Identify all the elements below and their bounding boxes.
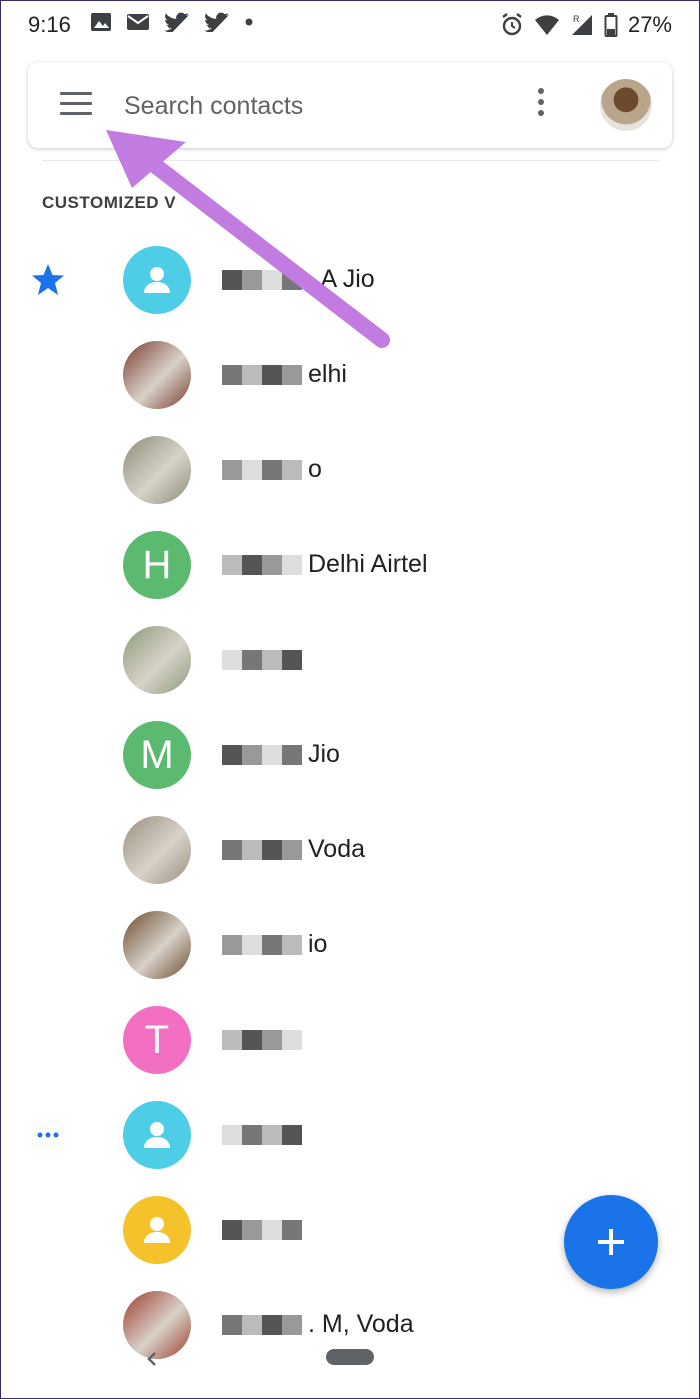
- status-time: 9:16: [28, 12, 71, 37]
- wifi-icon: [534, 15, 559, 35]
- contact-avatar-person-icon: [123, 246, 191, 314]
- contact-name: [222, 1120, 308, 1149]
- search-bar: [28, 62, 672, 148]
- favorite-star-icon: [32, 264, 64, 295]
- signal-icon: R: [571, 14, 592, 35]
- contact-name-text: o: [308, 455, 322, 483]
- contact-name: Jio: [222, 740, 340, 769]
- hamburger-menu-icon[interactable]: [60, 92, 92, 118]
- status-bar: 9:16 R 27%: [0, 0, 700, 52]
- battery-percent: 27%: [627, 12, 672, 37]
- contact-row[interactable]: H Delhi Airtel: [0, 520, 700, 610]
- search-input[interactable]: [122, 86, 506, 126]
- header-divider: [42, 160, 660, 161]
- redacted-pixels: [222, 455, 302, 483]
- contact-name: o: [222, 455, 322, 484]
- contact-name: [222, 1215, 308, 1244]
- contact-row[interactable]: . A Jio: [0, 235, 700, 325]
- alarm-icon: [502, 13, 522, 36]
- twitter-icon: [204, 12, 229, 32]
- contact-row[interactable]: [0, 1090, 700, 1180]
- contact-name-text: elhi: [308, 360, 347, 388]
- contact-row[interactable]: M Jio: [0, 710, 700, 800]
- contact-avatar-letter: H: [123, 531, 191, 599]
- redacted-pixels: [222, 645, 302, 673]
- redacted-pixels: [222, 1215, 302, 1243]
- contact-name-text: Jio: [308, 740, 340, 768]
- contact-name-text: . M, Voda: [308, 1310, 414, 1338]
- contact-row[interactable]: [0, 615, 700, 705]
- contact-row[interactable]: T: [0, 995, 700, 1085]
- contact-name: [222, 1025, 308, 1054]
- contact-avatar-photo: [123, 341, 191, 409]
- contact-avatar-photo: [123, 436, 191, 504]
- contact-name: io: [222, 930, 327, 959]
- contact-name-text: . A Jio: [308, 265, 375, 293]
- contact-avatar-person-icon: [123, 1196, 191, 1264]
- image-icon: [91, 13, 111, 31]
- contact-name: Voda: [222, 835, 365, 864]
- redacted-pixels: [222, 360, 302, 388]
- redacted-pixels: [222, 835, 302, 863]
- contact-name: [222, 645, 308, 674]
- contact-name: . A Jio: [222, 265, 375, 294]
- redacted-pixels: [222, 550, 302, 578]
- redacted-pixels: [222, 930, 302, 958]
- contact-name: elhi: [222, 360, 347, 389]
- contact-name: Delhi Airtel: [222, 550, 428, 579]
- contact-row[interactable]: Voda: [0, 805, 700, 895]
- more-options-icon[interactable]: [534, 88, 548, 124]
- redacted-pixels: [222, 1310, 302, 1338]
- contact-row[interactable]: elhi: [0, 330, 700, 420]
- redacted-pixels: [222, 1120, 302, 1148]
- svg-text:R: R: [573, 14, 580, 24]
- redacted-pixels: [222, 1025, 302, 1053]
- add-contact-button[interactable]: [564, 1195, 658, 1289]
- contact-row[interactable]: io: [0, 900, 700, 990]
- contact-avatar-letter: T: [123, 1006, 191, 1074]
- twitter-icon: [164, 12, 189, 32]
- contact-name-text: io: [308, 930, 328, 958]
- mail-icon: [127, 14, 149, 30]
- back-chevron-icon[interactable]: [144, 1350, 160, 1368]
- battery-icon: [604, 13, 618, 37]
- contact-name-text: Delhi Airtel: [308, 550, 428, 578]
- contact-row[interactable]: o: [0, 425, 700, 515]
- more-dots-icon: [37, 1132, 59, 1138]
- contact-avatar-photo: [123, 1291, 191, 1359]
- redacted-pixels: [222, 265, 302, 293]
- redacted-pixels: [222, 740, 302, 768]
- dot-icon: [245, 18, 253, 26]
- section-header: CUSTOMIZED V: [42, 193, 177, 212]
- plus-icon: [598, 1229, 624, 1255]
- account-avatar[interactable]: [600, 79, 652, 131]
- contact-avatar-photo: [123, 626, 191, 694]
- contact-avatar-letter: M: [123, 721, 191, 789]
- home-pill[interactable]: [326, 1349, 374, 1365]
- contact-avatar-person-icon: [123, 1101, 191, 1169]
- contact-name-text: Voda: [308, 835, 366, 863]
- contact-name: . M, Voda: [222, 1310, 414, 1339]
- contact-avatar-photo: [123, 816, 191, 884]
- contact-avatar-photo: [123, 911, 191, 979]
